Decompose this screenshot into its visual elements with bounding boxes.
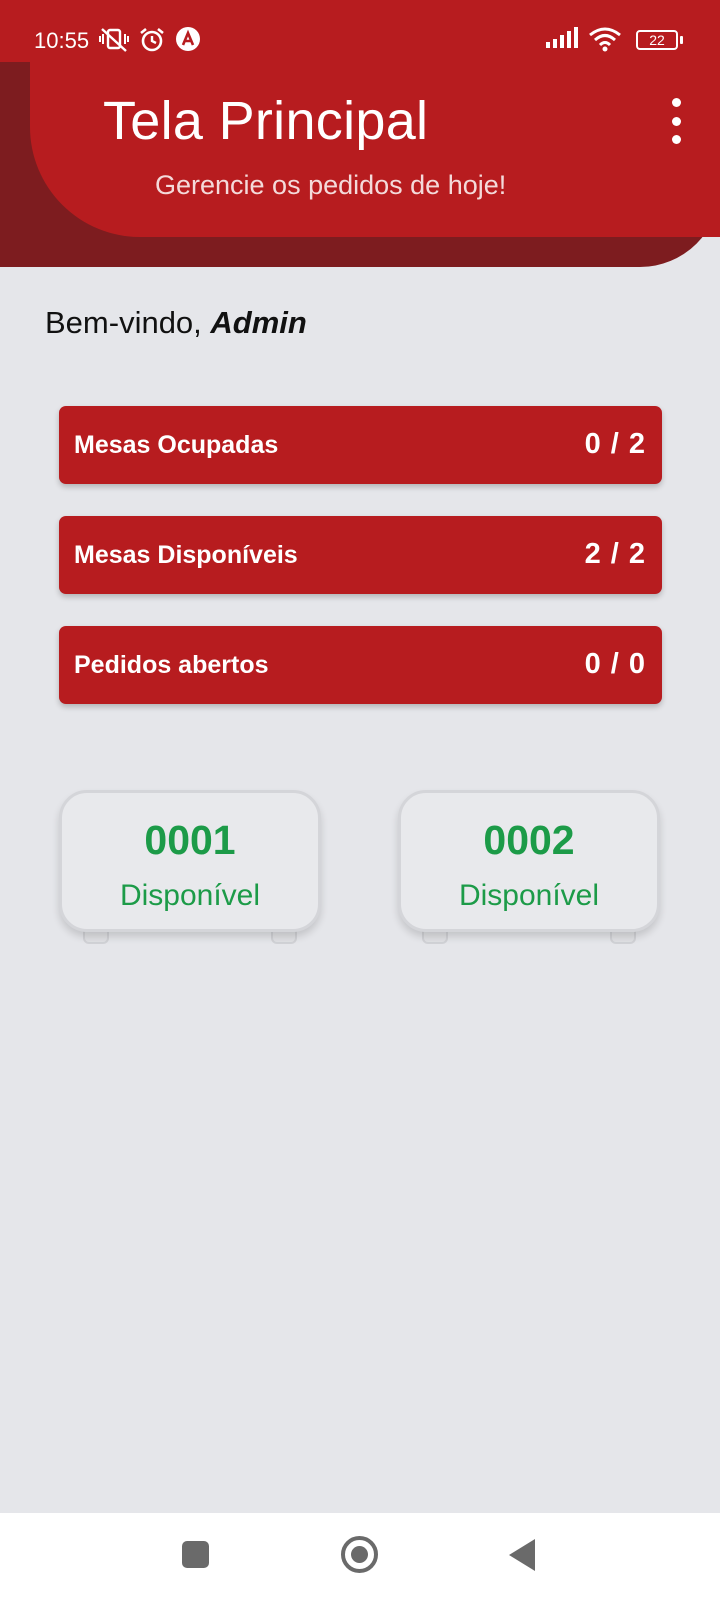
signal-icon <box>546 27 578 48</box>
stat-value: 2 / 2 <box>584 538 646 570</box>
table-card-0001[interactable]: 0001 Disponível <box>59 790 321 944</box>
stat-value: 0 / 0 <box>584 648 646 680</box>
more-vertical-icon[interactable] <box>664 98 688 144</box>
stat-label: Pedidos abertos <box>74 651 269 679</box>
stat-value: 0 / 2 <box>584 428 646 460</box>
status-bar: 10:55 22 <box>0 0 720 62</box>
welcome-user: Admin <box>210 305 307 340</box>
system-nav-bar <box>0 1513 720 1600</box>
back-triangle-icon[interactable] <box>509 1539 535 1571</box>
stat-label: Mesas Disponíveis <box>74 541 298 569</box>
battery-icon: 22 <box>636 30 678 50</box>
table-number: 0002 <box>483 817 575 863</box>
table-top[interactable]: 0001 Disponível <box>59 790 321 932</box>
recents-square-icon[interactable] <box>182 1541 209 1568</box>
welcome-prefix: Bem-vindo, <box>45 305 202 340</box>
home-circle-icon[interactable] <box>341 1536 378 1573</box>
table-status: Disponível <box>119 879 261 912</box>
table-top[interactable]: 0002 Disponível <box>398 790 660 932</box>
table-number: 0001 <box>144 817 236 863</box>
stat-card-available-tables: Mesas Disponíveis 2 / 2 <box>59 516 662 594</box>
app-notification-icon <box>176 27 200 51</box>
stat-card-open-orders: Pedidos abertos 0 / 0 <box>59 626 662 704</box>
welcome-message: Bem-vindo, Admin <box>45 305 307 341</box>
battery-cap <box>680 36 683 44</box>
alarm-icon <box>140 27 164 52</box>
wifi-icon <box>589 27 621 52</box>
page-subtitle: Gerencie os pedidos de hoje! <box>155 170 507 200</box>
vibrate-off-icon <box>99 28 129 52</box>
table-status: Disponível <box>458 879 600 912</box>
table-card-0002[interactable]: 0002 Disponível <box>398 790 660 944</box>
stat-card-occupied-tables: Mesas Ocupadas 0 / 2 <box>59 406 662 484</box>
stat-label: Mesas Ocupadas <box>74 431 279 459</box>
page-title: Tela Principal <box>103 91 429 151</box>
battery-level: 22 <box>649 32 665 48</box>
status-time: 10:55 <box>34 28 90 53</box>
